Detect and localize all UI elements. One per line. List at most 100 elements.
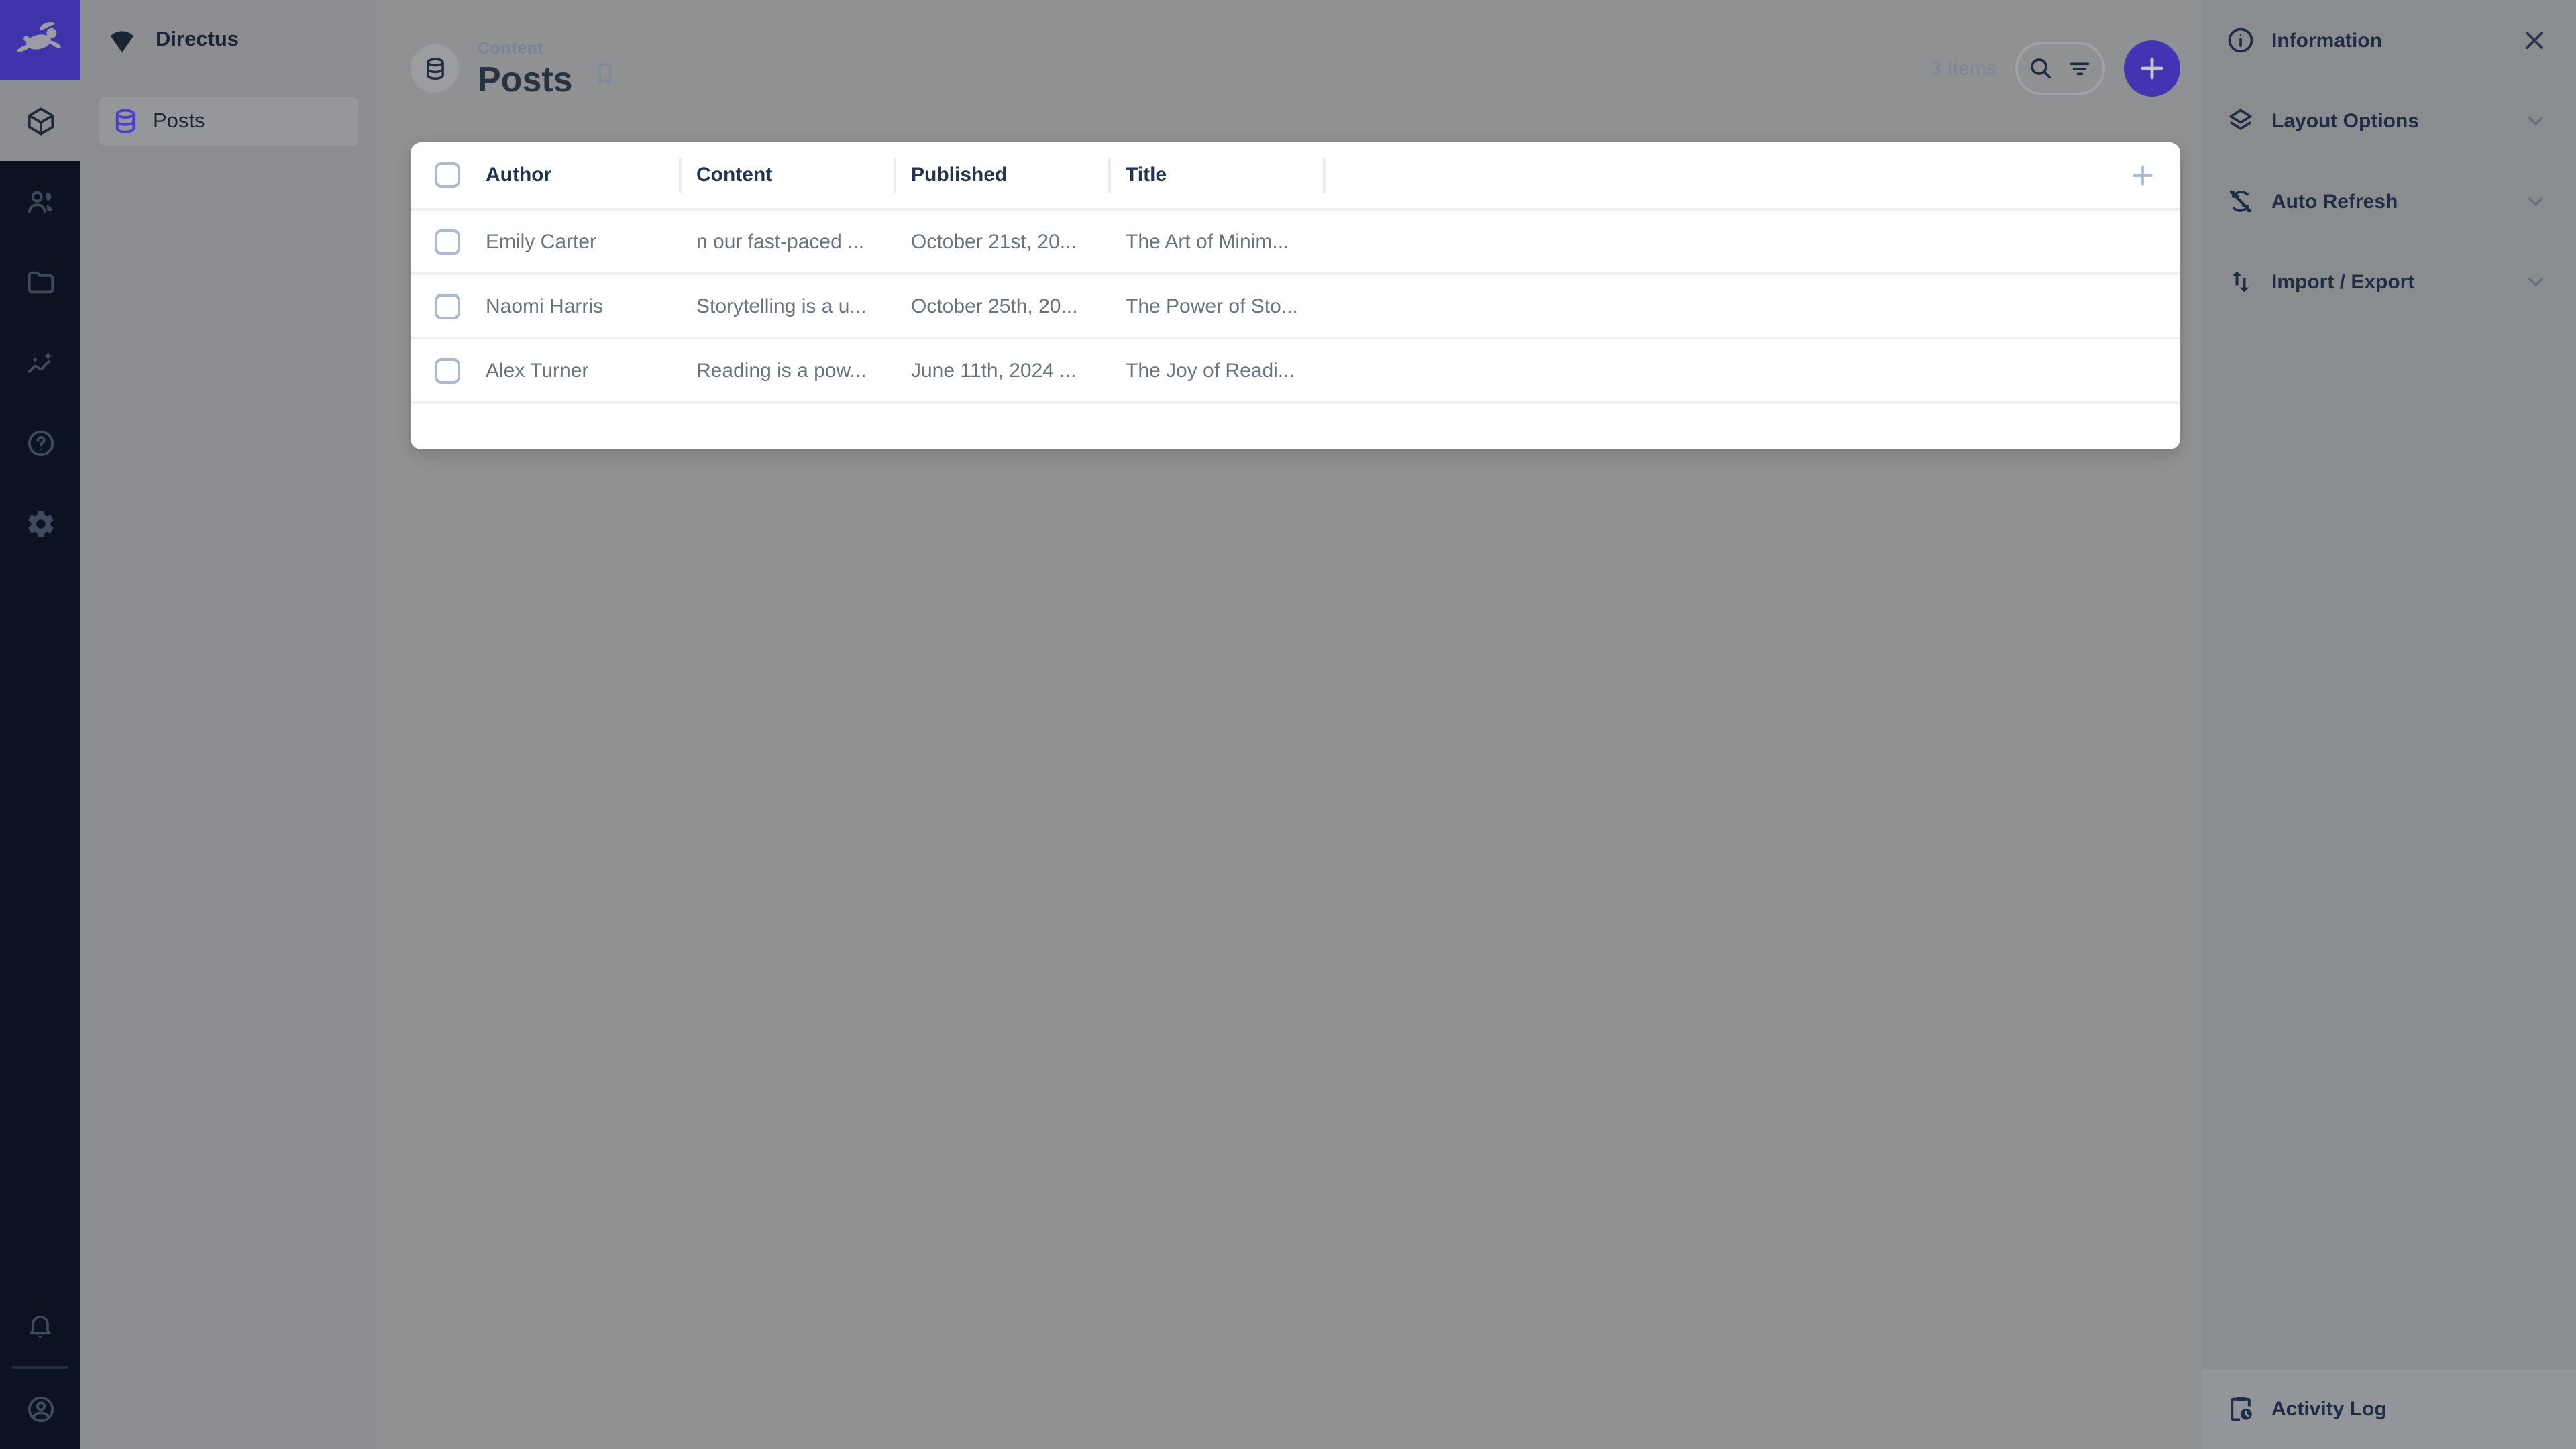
row-checkbox[interactable] bbox=[435, 293, 460, 319]
cell-published: October 25th, 20... bbox=[894, 294, 1108, 317]
import-export-icon bbox=[2226, 267, 2255, 297]
expand-section-button[interactable] bbox=[2522, 268, 2549, 295]
column-resize-handle[interactable] bbox=[894, 158, 896, 193]
bookmark-icon bbox=[590, 59, 620, 89]
cell-author: Alex Turner bbox=[486, 359, 679, 382]
layers-icon bbox=[2226, 106, 2255, 136]
select-all-checkbox[interactable] bbox=[435, 162, 460, 188]
module-bar-bottom bbox=[0, 1285, 80, 1449]
project-header[interactable]: Directus bbox=[80, 0, 376, 80]
directus-logo[interactable] bbox=[0, 0, 80, 80]
clipboard-clock-icon bbox=[2226, 1394, 2255, 1424]
database-icon bbox=[111, 107, 140, 136]
row-checkbox[interactable] bbox=[435, 229, 460, 254]
activity-log-button[interactable]: Activity Log bbox=[2202, 1366, 2576, 1449]
column-header-title[interactable]: Title bbox=[1108, 164, 1323, 186]
nav-item-label: Posts bbox=[153, 109, 205, 133]
notifications-button[interactable] bbox=[0, 1285, 80, 1366]
cell-content: Storytelling is a u... bbox=[679, 294, 894, 317]
activity-log-label: Activity Log bbox=[2271, 1397, 2387, 1420]
main-content: Content Posts 3 Items bbox=[376, 0, 2202, 1449]
row-select-cell bbox=[411, 293, 486, 319]
sync-disabled-icon bbox=[2226, 186, 2255, 216]
column-header-author[interactable]: Author bbox=[486, 164, 679, 186]
nav-list: Posts bbox=[80, 80, 376, 146]
sidebar-section-label: Information bbox=[2271, 29, 2382, 52]
cell-author: Emily Carter bbox=[486, 230, 679, 253]
module-files[interactable] bbox=[0, 241, 80, 322]
cell-published: June 11th, 2024 ... bbox=[894, 359, 1108, 382]
sidebar-section-layout-options[interactable]: Layout Options bbox=[2202, 80, 2576, 161]
select-all-cell bbox=[411, 162, 486, 188]
sidebar-section-label: Auto Refresh bbox=[2271, 190, 2398, 213]
cell-content: n our fast-paced ... bbox=[679, 230, 894, 253]
cell-title: The Joy of Readi... bbox=[1108, 359, 1323, 382]
sidebar-section-import-export[interactable]: Import / Export bbox=[2202, 241, 2576, 322]
module-content[interactable] bbox=[0, 80, 80, 161]
expand-section-button[interactable] bbox=[2522, 107, 2549, 134]
plus-icon bbox=[2128, 160, 2157, 190]
nav-sidebar: Directus Posts bbox=[80, 0, 376, 1449]
rabbit-icon bbox=[13, 13, 67, 67]
nav-item-posts[interactable]: Posts bbox=[99, 97, 358, 146]
column-resize-handle[interactable] bbox=[1108, 158, 1111, 193]
sidebar-section-information[interactable]: Information bbox=[2202, 0, 2576, 80]
bell-icon bbox=[25, 1311, 55, 1340]
info-circle-icon bbox=[2226, 25, 2255, 55]
title-block: Content Posts bbox=[478, 38, 573, 98]
chevron-down-icon bbox=[2522, 188, 2549, 215]
row-checkbox[interactable] bbox=[435, 358, 460, 383]
project-name: Directus bbox=[156, 28, 239, 52]
help-icon bbox=[25, 427, 56, 458]
filter-button[interactable] bbox=[2066, 55, 2093, 82]
table-row[interactable]: Emily Carter n our fast-paced ... Octobe… bbox=[411, 211, 2180, 275]
items-count: 3 Items bbox=[1931, 57, 1996, 80]
filter-icon bbox=[2066, 55, 2093, 82]
page-header: Content Posts 3 Items bbox=[376, 0, 2202, 137]
column-resize-handle[interactable] bbox=[1323, 158, 1326, 193]
row-select-cell bbox=[411, 229, 486, 254]
user-circle-icon bbox=[25, 1393, 56, 1424]
bookmark-button[interactable] bbox=[590, 59, 620, 89]
search-filter-pill bbox=[2015, 42, 2105, 95]
column-resize-handle[interactable] bbox=[679, 158, 682, 193]
header-actions: 3 Items bbox=[1931, 40, 2180, 97]
module-insights[interactable] bbox=[0, 322, 80, 402]
database-icon bbox=[422, 56, 447, 81]
chevron-down-icon bbox=[2522, 107, 2549, 134]
sidebar-section-label: Import / Export bbox=[2271, 270, 2414, 293]
expand-section-button[interactable] bbox=[2522, 188, 2549, 215]
user-menu-button[interactable] bbox=[0, 1368, 80, 1449]
column-header-content[interactable]: Content bbox=[679, 164, 894, 186]
module-user-directory[interactable] bbox=[0, 161, 80, 241]
collection-badge bbox=[411, 44, 459, 93]
search-button[interactable] bbox=[2027, 55, 2054, 82]
table-header-row: Author Content Published Title bbox=[411, 142, 2180, 211]
folder-icon bbox=[25, 266, 56, 297]
cell-content: Reading is a pow... bbox=[679, 359, 894, 382]
plus-icon bbox=[2136, 52, 2168, 85]
chevron-down-icon bbox=[2522, 268, 2549, 295]
row-select-cell bbox=[411, 358, 486, 383]
cell-author: Naomi Harris bbox=[486, 294, 679, 317]
column-header-published[interactable]: Published bbox=[894, 164, 1108, 186]
module-documentation[interactable] bbox=[0, 402, 80, 483]
insights-icon bbox=[25, 347, 56, 378]
add-column-button[interactable] bbox=[2128, 160, 2157, 190]
module-settings[interactable] bbox=[0, 483, 80, 564]
cube-icon bbox=[25, 105, 56, 136]
directus-app: Directus Posts Co bbox=[0, 0, 2576, 1449]
sidebar-section-auto-refresh[interactable]: Auto Refresh bbox=[2202, 161, 2576, 241]
add-item-button[interactable] bbox=[2124, 40, 2180, 97]
close-icon bbox=[2520, 25, 2549, 55]
close-sidebar-button[interactable] bbox=[2520, 25, 2549, 55]
collection-table: Author Content Published Title Emil bbox=[411, 142, 2180, 449]
cell-title: The Art of Minim... bbox=[1108, 230, 1323, 253]
project-fan-icon bbox=[106, 24, 138, 56]
cell-published: October 21st, 20... bbox=[894, 230, 1108, 253]
module-bar bbox=[0, 0, 80, 1449]
right-sidebar: Information Layout Options bbox=[2202, 0, 2576, 1449]
table-row[interactable]: Alex Turner Reading is a pow... June 11t… bbox=[411, 339, 2180, 404]
sidebar-section-label: Layout Options bbox=[2271, 109, 2419, 132]
table-row[interactable]: Naomi Harris Storytelling is a u... Octo… bbox=[411, 275, 2180, 339]
